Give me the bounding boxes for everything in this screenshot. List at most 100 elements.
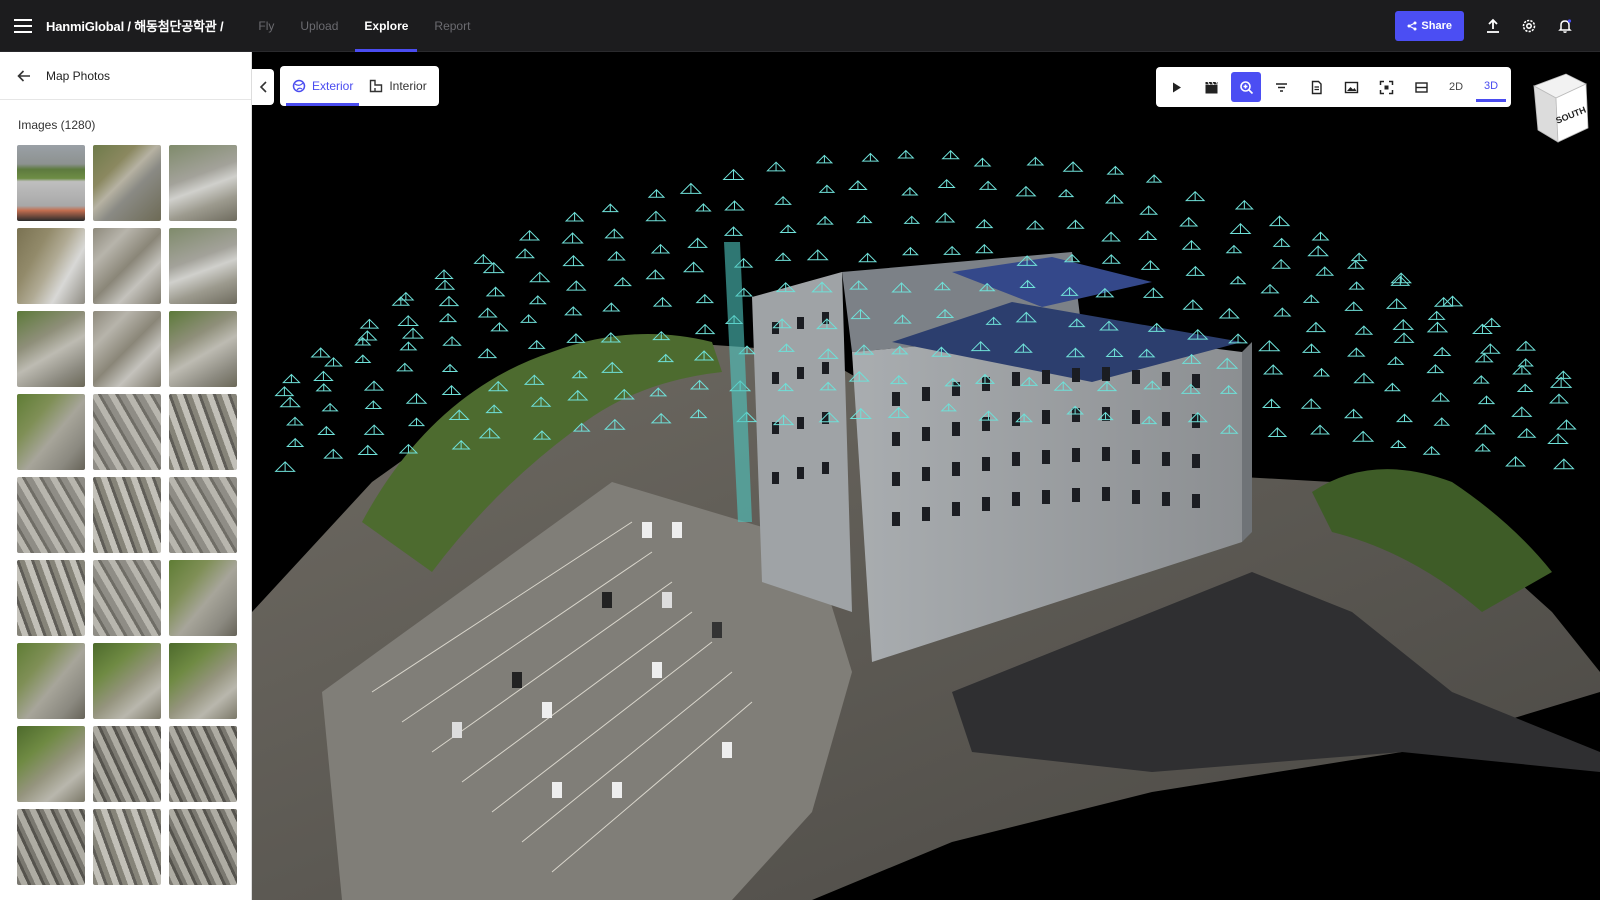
share-button[interactable]: Share: [1395, 10, 1464, 41]
photo-thumbnail[interactable]: [93, 311, 161, 387]
photo-thumbnail[interactable]: [169, 726, 237, 802]
play-icon[interactable]: [1161, 72, 1191, 102]
document-icon[interactable]: [1301, 72, 1331, 102]
photo-thumbnail[interactable]: [17, 145, 85, 221]
camera-frustum-glyph: [399, 341, 418, 351]
camera-frustum-glyph: [310, 347, 331, 358]
camera-frustum-glyph: [1517, 358, 1534, 367]
camera-frustum-glyph: [515, 248, 535, 259]
photo-thumbnail[interactable]: [169, 228, 237, 304]
menu-icon[interactable]: [0, 0, 46, 52]
camera-frustum-glyph: [722, 168, 745, 180]
fullscreen-icon[interactable]: [1371, 72, 1401, 102]
camera-frustum-glyph: [973, 157, 992, 167]
camera-frustum-glyph: [1261, 398, 1282, 409]
photo-thumbnail[interactable]: [169, 311, 237, 387]
breadcrumb[interactable]: HanmiGlobal / 해동첨단공학관 /: [46, 16, 224, 35]
back-arrow-icon[interactable]: [14, 66, 34, 86]
photo-thumbnail[interactable]: [93, 477, 161, 553]
filter-icon[interactable]: [1266, 72, 1296, 102]
camera-frustum-glyph: [1225, 244, 1243, 254]
tab-fly[interactable]: Fly: [245, 0, 287, 52]
photo-thumbnail[interactable]: [17, 643, 85, 719]
layers-icon[interactable]: [1406, 72, 1436, 102]
camera-frustum-glyph: [359, 318, 380, 329]
camera-frustum-glyph: [682, 261, 705, 273]
camera-frustum-glyph: [564, 211, 585, 222]
camera-frustum-glyph: [477, 348, 498, 359]
photo-thumbnail[interactable]: [17, 477, 85, 553]
photo-thumbnail[interactable]: [17, 228, 85, 304]
camera-frustum-glyph: [602, 302, 621, 312]
image-icon[interactable]: [1336, 72, 1366, 102]
photo-thumbnail[interactable]: [169, 809, 237, 885]
camera-frustum-glyph: [1350, 252, 1368, 262]
upload-icon[interactable]: [1478, 11, 1508, 41]
photo-thumbnail[interactable]: [17, 726, 85, 802]
gear-icon[interactable]: [1514, 11, 1544, 41]
camera-frustum-glyph: [391, 296, 411, 306]
camera-frustum-glyph: [650, 243, 671, 254]
camera-frustum-glyph: [396, 362, 414, 372]
camera-frustum-glyph: [438, 312, 458, 323]
photo-thumbnail[interactable]: [169, 477, 237, 553]
collapse-panel-button[interactable]: [252, 69, 274, 105]
camera-frustum-glyph: [1352, 430, 1375, 442]
camera-frustum-glyph: [357, 444, 379, 456]
photo-thumbnail[interactable]: [93, 809, 161, 885]
view-cube[interactable]: SOUTH: [1526, 72, 1590, 144]
photo-thumbnail[interactable]: [93, 643, 161, 719]
interior-mode-button[interactable]: Interior: [361, 66, 434, 106]
photo-thumbnail[interactable]: [17, 560, 85, 636]
camera-frustum-glyph: [1344, 301, 1364, 311]
camera-frustum-glyph: [364, 400, 383, 410]
camera-frustum-glyph: [978, 180, 998, 190]
camera-frustum-glyph: [1025, 220, 1045, 230]
photo-thumbnail[interactable]: [17, 311, 85, 387]
camera-frustum-glyph: [529, 271, 551, 283]
tab-explore[interactable]: Explore: [351, 0, 421, 52]
camera-frustum-glyph: [1422, 445, 1441, 455]
camera-frustum-glyph: [858, 252, 878, 263]
photo-thumbnail[interactable]: [169, 145, 237, 221]
photo-thumbnail[interactable]: [93, 560, 161, 636]
tab-upload[interactable]: Upload: [287, 0, 351, 52]
camera-frustum-glyph: [1307, 245, 1329, 257]
camera-frustum-glyph: [694, 323, 716, 335]
view-3d-button[interactable]: 3D: [1476, 72, 1506, 102]
photo-thumbnail[interactable]: [169, 394, 237, 470]
view-mode-toggle: Exterior Interior: [280, 66, 439, 106]
clapperboard-icon[interactable]: [1196, 72, 1226, 102]
bell-icon[interactable]: [1550, 11, 1580, 41]
photo-thumbnail[interactable]: [93, 394, 161, 470]
camera-frustum-glyph: [1185, 265, 1206, 276]
view-2d-button[interactable]: 2D: [1441, 72, 1471, 102]
zoom-in-icon[interactable]: [1231, 72, 1261, 102]
camera-frustum-glyph: [473, 253, 494, 264]
exterior-label: Exterior: [312, 79, 354, 93]
camera-frustum-glyph: [1390, 439, 1407, 449]
point-cloud-scene[interactable]: [252, 52, 1600, 900]
camera-frustum-glyph: [441, 363, 459, 373]
photo-thumbnail[interactable]: [93, 145, 161, 221]
camera-frustum-glyph: [1263, 364, 1284, 375]
camera-frustum-glyph: [1472, 375, 1490, 384]
photo-thumbnail[interactable]: [93, 228, 161, 304]
camera-frustum-glyph: [561, 232, 584, 244]
camera-frustum-glyph: [1511, 406, 1533, 417]
photo-thumbnail[interactable]: [93, 726, 161, 802]
3d-map-viewer[interactable]: [252, 52, 1600, 900]
photo-thumbnail[interactable]: [169, 560, 237, 636]
tab-report[interactable]: Report: [421, 0, 483, 52]
camera-frustum-glyph: [861, 152, 880, 162]
chevron-left-icon: [259, 81, 267, 93]
photo-thumbnail[interactable]: [169, 643, 237, 719]
camera-frustum-glyph: [1556, 419, 1577, 430]
photo-thumbnail[interactable]: [17, 809, 85, 885]
camera-frustum-glyph: [519, 314, 538, 323]
photo-thumbnail[interactable]: [17, 394, 85, 470]
exterior-mode-button[interactable]: Exterior: [284, 66, 361, 106]
camera-frustum-glyph: [901, 246, 919, 256]
camera-frustum-glyph: [1554, 370, 1572, 379]
camera-frustum-glyph: [941, 150, 960, 160]
